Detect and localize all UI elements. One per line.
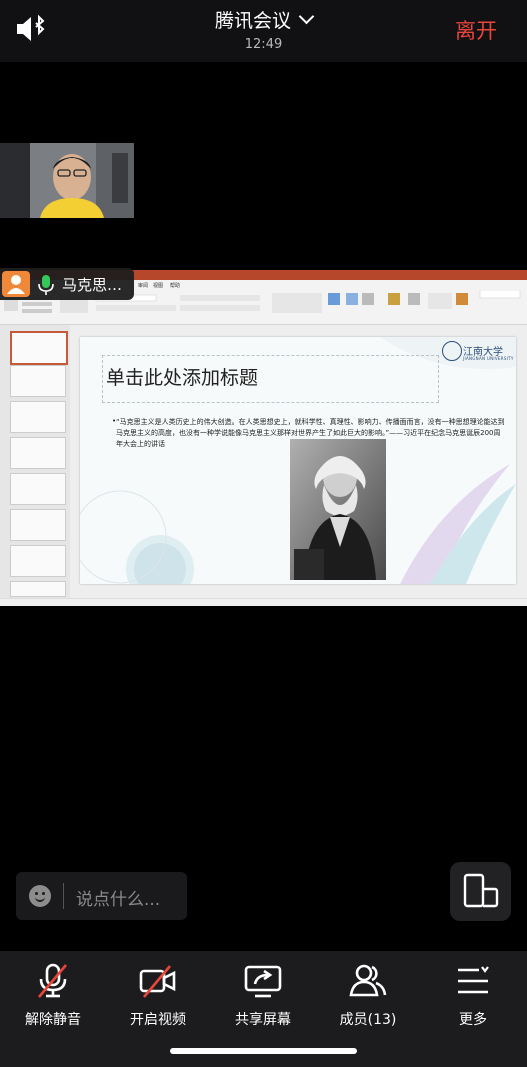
leave-button[interactable]: 离开 [455,15,497,45]
slide-thumbnail-panel [0,325,70,598]
unmute-label: 解除静音 [25,1012,81,1028]
members-button[interactable]: 成员(13) [323,961,413,1029]
rotate-screen-icon [463,873,499,908]
chat-divider [63,883,64,909]
slide-thumbnail[interactable] [10,437,66,469]
screen-orientation-button[interactable] [450,862,511,921]
slide-thumbnail[interactable] [10,509,66,541]
meeting-time: 12:49 [244,37,283,52]
meeting-title[interactable]: 腾讯会议 [215,10,291,32]
university-logo-icon [442,341,462,361]
slide-thumbnail[interactable] [10,473,66,505]
slide-thumbnail[interactable] [10,331,68,365]
chat-placeholder[interactable]: 说点什么... [76,885,160,910]
more-label: 更多 [459,1012,487,1028]
ppt-status-bar [0,598,527,606]
university-logo-subtext: JIANGNAN UNIVERSITY [463,356,514,361]
chat-input[interactable]: 说点什么... [16,872,187,920]
participant-video-frame [0,143,134,218]
shared-screen[interactable]: 审阅 视图 帮助 单击此处添加标题 江南大学 JIANGNAN UNIVERSI… [0,270,527,606]
participant-video[interactable] [0,143,134,218]
share-screen-icon [244,965,282,998]
start-video-label: 开启视频 [130,1012,186,1028]
ppt-tab: 视图 [153,283,164,289]
current-slide[interactable]: 单击此处添加标题 江南大学 JIANGNAN UNIVERSITY • “马克思… [80,337,516,584]
more-menu-icon [458,966,489,994]
top-bar: 腾讯会议 12:49 离开 [0,0,527,62]
slide-title-placeholder[interactable]: 单击此处添加标题 [106,363,258,390]
speaker-name: 马克思… [62,276,123,294]
ppt-tab: 审阅 [138,283,149,289]
marx-portrait-image [290,439,386,580]
video-off-icon [139,965,176,998]
more-button[interactable]: 更多 [428,961,518,1029]
microphone-active-icon [38,275,54,295]
slide-thumbnail[interactable] [10,365,66,397]
share-screen-button[interactable]: 共享屏幕 [218,961,308,1029]
ppt-editing-canvas: 单击此处添加标题 江南大学 JIANGNAN UNIVERSITY • “马克思… [70,325,527,598]
members-label: 成员(13) [339,1012,397,1028]
emoji-icon[interactable] [29,885,51,907]
microphone-muted-icon [38,963,67,998]
bottom-toolbar: 解除静音 开启视频 共享屏幕 成员(13) 更多 [0,951,527,1067]
default-avatar-icon [2,271,30,297]
meeting-header[interactable]: 腾讯会议 12:49 [0,6,527,52]
members-icon [349,964,387,997]
chevron-down-icon[interactable] [298,8,315,25]
ppt-tab: 帮助 [170,283,181,289]
active-speaker-tag: 马克思… [0,268,134,300]
home-indicator[interactable] [170,1048,357,1054]
start-video-button[interactable]: 开启视频 [113,961,203,1029]
share-screen-label: 共享屏幕 [235,1012,291,1028]
slide-thumbnail[interactable] [10,401,66,433]
slide-thumbnail[interactable] [10,581,66,597]
slide-thumbnail[interactable] [10,545,66,577]
unmute-button[interactable]: 解除静音 [8,961,98,1029]
